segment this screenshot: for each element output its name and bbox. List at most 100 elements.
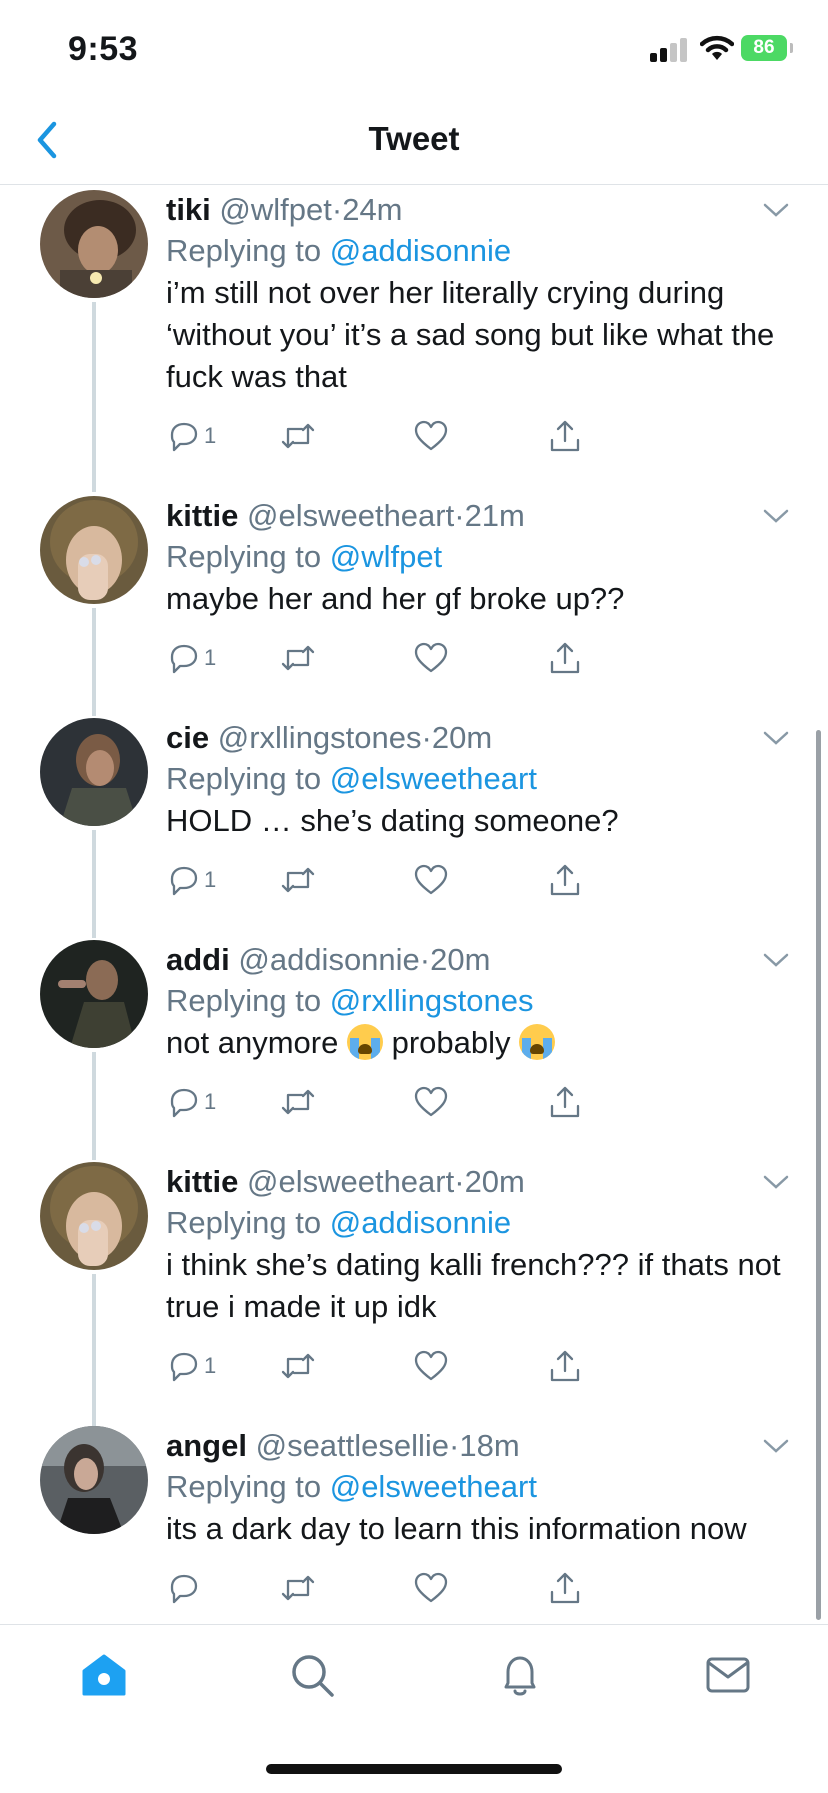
- handle[interactable]: @wlfpet: [219, 192, 331, 227]
- share-button[interactable]: [548, 1568, 582, 1608]
- timestamp: 21m: [464, 498, 525, 533]
- handle[interactable]: @addisonnie: [238, 942, 419, 977]
- like-button[interactable]: [414, 638, 448, 678]
- avatar[interactable]: [40, 1162, 148, 1270]
- handle[interactable]: @seattlesellie: [256, 1428, 449, 1463]
- reply-icon: [170, 866, 198, 896]
- share-button[interactable]: [548, 416, 582, 456]
- heart-icon: [414, 1350, 448, 1381]
- tweet-cie[interactable]: cie @rxllingstones·20m Replying to @elsw…: [0, 718, 828, 938]
- tweet-angel[interactable]: angel @seattlesellie·18m Replying to @el…: [0, 1426, 828, 1622]
- tweet-tiki[interactable]: tiki @wlfpet·24m Replying to @addisonnie…: [0, 190, 828, 492]
- scrollbar[interactable]: [816, 730, 821, 1620]
- mention-link[interactable]: @elsweetheart: [330, 1469, 537, 1504]
- mention-link[interactable]: @rxllingstones: [330, 983, 534, 1018]
- tweet-kittie-2[interactable]: kittie @elsweetheart·20m Replying to @ad…: [0, 1162, 828, 1426]
- mention-link[interactable]: @elsweetheart: [330, 761, 537, 796]
- wifi-icon: [700, 35, 734, 60]
- share-button[interactable]: [548, 1082, 582, 1122]
- chevron-down-icon[interactable]: [762, 1436, 790, 1456]
- replying-to-label: Replying to: [166, 233, 322, 268]
- thread-line: [92, 302, 96, 492]
- heart-icon: [414, 864, 448, 895]
- tweet-addi[interactable]: addi @addisonnie·20m Replying to @rxllin…: [0, 940, 828, 1160]
- tweet-text: HOLD … she’s dating someone?: [166, 803, 619, 838]
- share-button[interactable]: [548, 860, 582, 900]
- tweet-header: kittie @elsweetheart·20m: [166, 1162, 525, 1202]
- share-button[interactable]: [548, 638, 582, 678]
- like-button[interactable]: [414, 1346, 448, 1386]
- reply-button[interactable]: 1: [166, 860, 216, 900]
- share-icon: [550, 420, 580, 452]
- like-button[interactable]: [414, 860, 448, 900]
- display-name[interactable]: angel: [166, 1428, 247, 1463]
- avatar[interactable]: [40, 1426, 148, 1534]
- reply-icon: [170, 422, 198, 452]
- chevron-down-icon[interactable]: [762, 728, 790, 748]
- share-icon: [550, 864, 580, 896]
- battery-icon: 86: [741, 35, 787, 61]
- share-button[interactable]: [548, 1346, 582, 1386]
- like-button[interactable]: [414, 1568, 448, 1608]
- retweet-button[interactable]: [280, 416, 316, 456]
- thread-line: [92, 830, 96, 938]
- replying-to: Replying to @addisonnie: [166, 1202, 511, 1244]
- tab-home[interactable]: [80, 1651, 128, 1699]
- display-name[interactable]: cie: [166, 720, 209, 755]
- mention-link[interactable]: @wlfpet: [330, 539, 442, 574]
- reply-button[interactable]: 1: [166, 638, 216, 678]
- separator: ·: [449, 1428, 460, 1463]
- reply-button[interactable]: 1: [166, 1346, 216, 1386]
- avatar[interactable]: [40, 496, 148, 604]
- tweet-actions: 1: [166, 1346, 686, 1386]
- share-icon: [550, 1086, 580, 1118]
- tab-notifications[interactable]: [496, 1651, 544, 1699]
- retweet-button[interactable]: [280, 1346, 316, 1386]
- chevron-down-icon[interactable]: [762, 1172, 790, 1192]
- timestamp: 20m: [464, 1164, 525, 1199]
- reply-button[interactable]: 1: [166, 416, 216, 456]
- handle[interactable]: @elsweetheart: [247, 498, 454, 533]
- separator: ·: [454, 1164, 465, 1199]
- retweet-button[interactable]: [280, 860, 316, 900]
- timestamp: 18m: [459, 1428, 520, 1463]
- like-button[interactable]: [414, 416, 448, 456]
- cellular-signal-icon: [650, 36, 690, 62]
- chevron-down-icon[interactable]: [762, 506, 790, 526]
- avatar[interactable]: [40, 940, 148, 1048]
- share-icon: [550, 1572, 580, 1604]
- avatar[interactable]: [40, 718, 148, 826]
- display-name[interactable]: tiki: [166, 192, 211, 227]
- reply-button[interactable]: 1: [166, 1082, 216, 1122]
- retweet-button[interactable]: [280, 1568, 316, 1608]
- separator: ·: [454, 498, 465, 533]
- chevron-down-icon[interactable]: [762, 950, 790, 970]
- display-name[interactable]: kittie: [166, 1164, 238, 1199]
- tweet-text: its a dark day to learn this information…: [166, 1511, 747, 1546]
- replying-to: Replying to @elsweetheart: [166, 1466, 537, 1508]
- retweet-icon: [281, 1575, 315, 1601]
- like-button[interactable]: [414, 1082, 448, 1122]
- reply-button[interactable]: [166, 1568, 204, 1608]
- display-name[interactable]: addi: [166, 942, 230, 977]
- retweet-button[interactable]: [280, 638, 316, 678]
- tweet-kittie[interactable]: kittie @elsweetheart·21m Replying to @wl…: [0, 496, 828, 716]
- mention-link[interactable]: @addisonnie: [330, 1205, 511, 1240]
- avatar[interactable]: [40, 190, 148, 298]
- tweet-text: i think she’s dating kalli french??? if …: [166, 1247, 781, 1324]
- display-name[interactable]: kittie: [166, 498, 238, 533]
- handle[interactable]: @rxllingstones: [218, 720, 422, 755]
- tab-messages[interactable]: [704, 1651, 752, 1699]
- chevron-down-icon[interactable]: [762, 200, 790, 220]
- reply-icon: [170, 644, 198, 674]
- tweet-actions: 1: [166, 1082, 686, 1122]
- mention-link[interactable]: @addisonnie: [330, 233, 511, 268]
- tweet-actions: 1: [166, 416, 686, 456]
- retweet-button[interactable]: [280, 1082, 316, 1122]
- handle[interactable]: @elsweetheart: [247, 1164, 454, 1199]
- tab-search[interactable]: [288, 1651, 336, 1699]
- status-bar: 9:53 86: [0, 0, 828, 100]
- tweet-text: not anymore probably: [166, 1022, 786, 1064]
- share-icon: [550, 1350, 580, 1382]
- separator: ·: [419, 942, 431, 977]
